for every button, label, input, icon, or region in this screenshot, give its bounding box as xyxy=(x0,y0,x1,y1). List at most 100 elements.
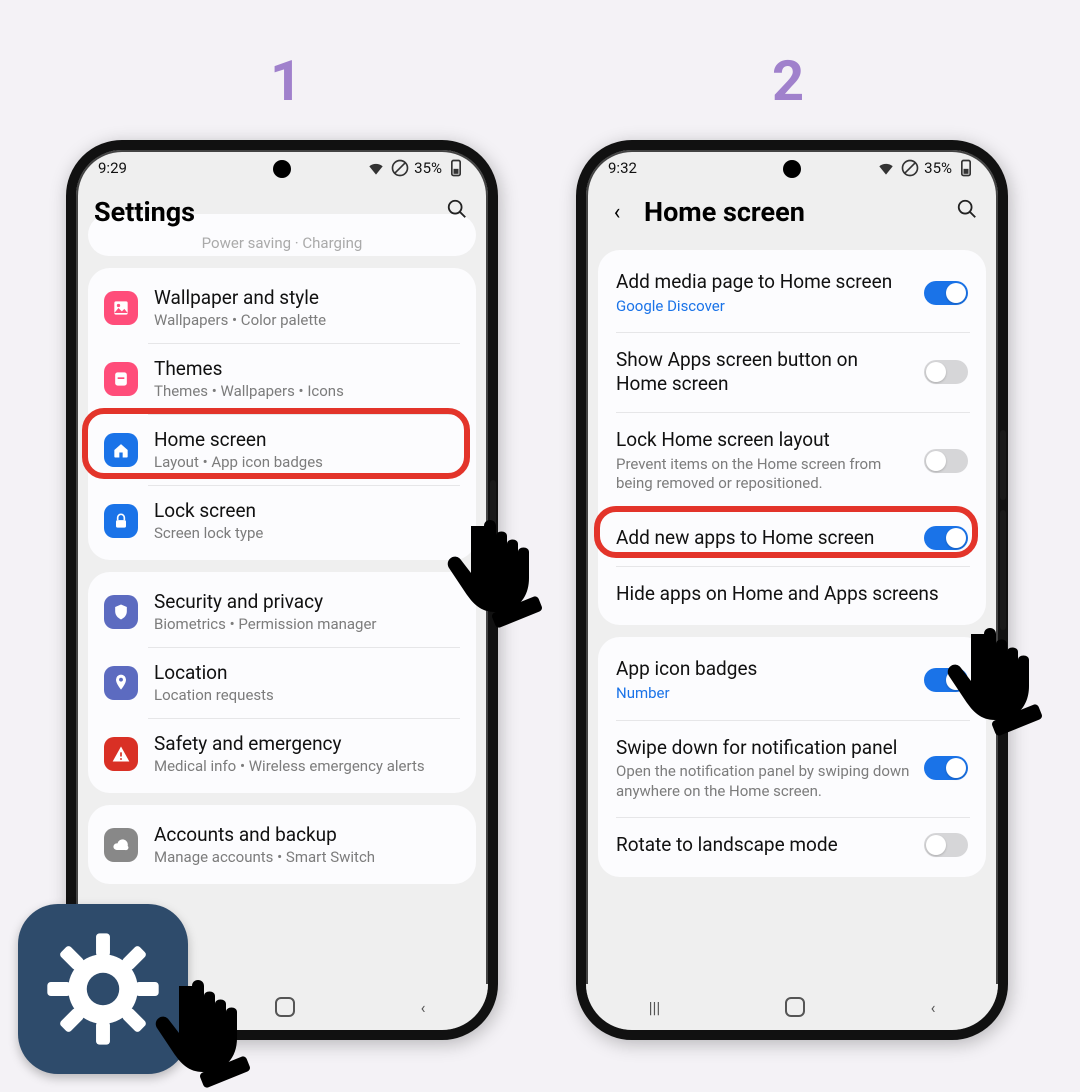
row-subtitle: Screen lock type xyxy=(154,524,263,542)
row-title: Swipe down for notification panel xyxy=(616,736,910,760)
row-icon xyxy=(104,433,138,467)
settings-row-lock[interactable]: Lock screenScreen lock type xyxy=(88,485,476,556)
row-icon xyxy=(104,737,138,771)
settings-card: Wallpaper and styleWallpapers • Color pa… xyxy=(88,268,476,560)
row-text: Themes Themes • Wallpapers • Icons xyxy=(154,357,344,400)
row-title: Themes xyxy=(154,357,344,380)
row-subtitle: Location requests xyxy=(154,686,274,704)
row-text: Rotate to landscape mode xyxy=(616,833,910,857)
row-text: Swipe down for notification panelOpen th… xyxy=(616,736,910,802)
row-title: Location xyxy=(154,661,274,684)
home-card: App icon badges Number Swipe down for noti… xyxy=(598,637,986,877)
search-button[interactable] xyxy=(444,198,470,226)
row-title: Rotate to landscape mode xyxy=(616,833,910,857)
settings-row-cloud[interactable]: Accounts and backup Manage accounts • Sma… xyxy=(88,809,476,880)
row-title: Lock Home screen layout xyxy=(616,428,910,452)
home-row[interactable]: Swipe down for notification panelOpen th… xyxy=(598,720,986,818)
row-icon xyxy=(104,504,138,538)
settings-row-shield[interactable]: Security and privacy Biometrics • Permiss… xyxy=(88,576,476,647)
settings-row-home[interactable]: Home screenLayout • App icon badges xyxy=(88,414,476,485)
status-time: 9:32 xyxy=(608,159,637,177)
cloud-icon xyxy=(111,835,131,855)
settings-card: Security and privacy Biometrics • Permiss… xyxy=(88,572,476,793)
row-title: Safety and emergency xyxy=(154,732,425,755)
nav-recents[interactable]: ||| xyxy=(649,998,661,1017)
row-title: Wallpaper and style xyxy=(154,286,326,309)
settings-row-pin[interactable]: Location Location requests xyxy=(88,647,476,718)
toggle[interactable] xyxy=(924,668,968,692)
nav-back[interactable]: ‹ xyxy=(421,998,426,1017)
settings-row-themes[interactable]: Themes Themes • Wallpapers • Icons xyxy=(88,343,476,414)
home-screen-list[interactable]: Add media page to Home screen Google Disc… xyxy=(586,250,998,877)
row-icon xyxy=(104,291,138,325)
row-text: Security and privacy Biometrics • Permiss… xyxy=(154,590,377,633)
row-title: Security and privacy xyxy=(154,590,377,613)
row-title: Hide apps on Home and Apps screens xyxy=(616,582,968,606)
alert-icon xyxy=(111,744,131,764)
phone-frame-2: 9:32 35% ‹ Home screen Add media page to… xyxy=(576,140,1008,1040)
toggle[interactable] xyxy=(924,360,968,384)
battery-text: 35% xyxy=(924,159,952,177)
row-text: Add media page to Home screen Google Disc… xyxy=(616,270,910,316)
step-number-1: 1 xyxy=(270,48,302,114)
battery-icon xyxy=(446,158,466,178)
home-row[interactable]: Hide apps on Home and Apps screens xyxy=(598,566,986,622)
row-text: Lock screenScreen lock type xyxy=(154,499,263,542)
toggle[interactable] xyxy=(924,526,968,550)
row-subtitle: Layout • App icon badges xyxy=(154,453,323,471)
row-subtitle: Google Discover xyxy=(616,297,910,317)
row-title: Show Apps screen button on Home screen xyxy=(616,348,910,396)
row-subtitle: Biometrics • Permission manager xyxy=(154,615,377,633)
nav-home[interactable] xyxy=(275,997,295,1017)
toggle[interactable] xyxy=(924,449,968,473)
gear-icon xyxy=(45,931,161,1047)
row-subtitle: Manage accounts • Smart Switch xyxy=(154,848,375,866)
toggle[interactable] xyxy=(924,756,968,780)
row-text: Show Apps screen button on Home screen xyxy=(616,348,910,396)
settings-list[interactable]: Power saving · Charging Wallpaper and st… xyxy=(76,214,488,884)
partial-text: Power saving · Charging xyxy=(88,234,476,252)
row-title: Accounts and backup xyxy=(154,823,375,846)
page-title: Settings xyxy=(94,196,430,228)
search-icon xyxy=(446,198,468,220)
home-row[interactable]: Add new apps to Home screen xyxy=(598,510,986,566)
status-time: 9:29 xyxy=(98,159,127,177)
home-row[interactable]: Add media page to Home screen Google Disc… xyxy=(598,254,986,332)
row-subtitle: Number xyxy=(616,684,910,704)
nav-back[interactable]: ‹ xyxy=(931,998,936,1017)
settings-row-alert[interactable]: Safety and emergencyMedical info • Wirel… xyxy=(88,718,476,789)
row-title: App icon badges xyxy=(616,657,910,681)
lock-icon xyxy=(111,511,131,531)
row-text: Wallpaper and styleWallpapers • Color pa… xyxy=(154,286,326,329)
pin-icon xyxy=(111,673,131,693)
home-row[interactable]: Lock Home screen layoutPrevent items on … xyxy=(598,412,986,510)
side-button xyxy=(490,480,496,590)
side-button xyxy=(1000,510,1006,630)
row-title: Add media page to Home screen xyxy=(616,270,910,294)
toggle[interactable] xyxy=(924,833,968,857)
battery-icon xyxy=(956,158,976,178)
row-text: Hide apps on Home and Apps screens xyxy=(616,582,968,606)
side-button xyxy=(1000,430,1006,500)
step-number-2: 2 xyxy=(772,48,804,114)
wifi-icon xyxy=(876,158,896,178)
back-button[interactable]: ‹ xyxy=(604,200,630,225)
battery-text: 35% xyxy=(414,159,442,177)
home-card: Add media page to Home screen Google Disc… xyxy=(598,250,986,625)
settings-card: Accounts and backup Manage accounts • Sma… xyxy=(88,805,476,884)
row-title: Add new apps to Home screen xyxy=(616,526,910,550)
row-icon xyxy=(104,362,138,396)
row-text: Safety and emergencyMedical info • Wirel… xyxy=(154,732,425,775)
settings-app-icon[interactable] xyxy=(18,904,188,1074)
row-text: Location Location requests xyxy=(154,661,274,704)
settings-row-wallpaper[interactable]: Wallpaper and styleWallpapers • Color pa… xyxy=(88,272,476,343)
row-subtitle: Themes • Wallpapers • Icons xyxy=(154,382,344,400)
home-row[interactable]: App icon badges Number xyxy=(598,641,986,719)
search-button[interactable] xyxy=(954,198,980,226)
nav-home[interactable] xyxy=(785,997,805,1017)
home-row[interactable]: Show Apps screen button on Home screen xyxy=(598,332,986,412)
toggle[interactable] xyxy=(924,281,968,305)
home-screen-header: ‹ Home screen xyxy=(586,182,998,238)
home-row[interactable]: Rotate to landscape mode xyxy=(598,817,986,873)
no-data-icon xyxy=(390,158,410,178)
